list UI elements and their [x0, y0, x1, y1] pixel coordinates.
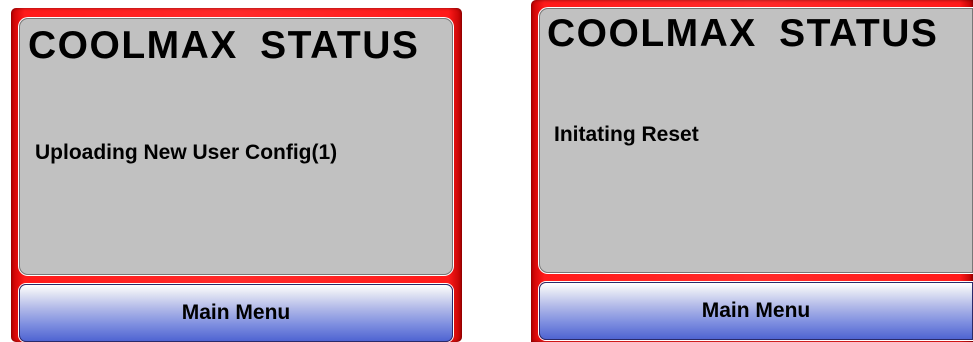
main-menu-button[interactable]: Main Menu	[19, 284, 453, 342]
main-menu-button[interactable]: Main Menu	[539, 282, 973, 340]
status-message: Uploading New User Config(1)	[35, 141, 338, 164]
status-title: COOLMAX STATUS	[547, 12, 939, 55]
status-message: Initating Reset	[554, 123, 699, 146]
status-screen-uploading: COOLMAX STATUS Uploading New User Config…	[11, 8, 462, 342]
status-panel: COOLMAX STATUS Uploading New User Config…	[19, 18, 453, 275]
status-title: COOLMAX STATUS	[28, 24, 420, 67]
status-screen-reset: COOLMAX STATUS Initating Reset Main Menu	[531, 0, 973, 342]
status-panel: COOLMAX STATUS Initating Reset	[539, 8, 973, 273]
screenshot-stage: COOLMAX STATUS Uploading New User Config…	[0, 0, 973, 342]
